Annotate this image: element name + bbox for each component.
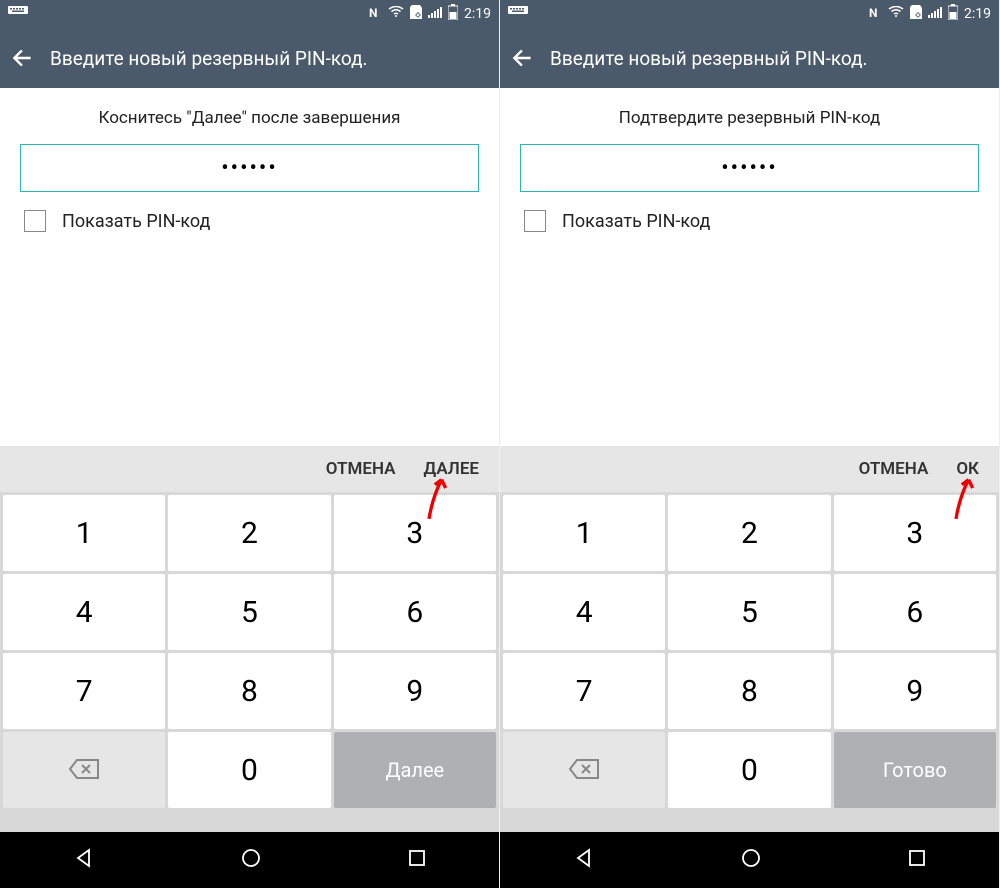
key-4[interactable]: 4 bbox=[503, 574, 665, 650]
keyboard-indicator-icon bbox=[8, 6, 28, 22]
key-7[interactable]: 7 bbox=[3, 653, 165, 729]
key-7[interactable]: 7 bbox=[503, 653, 665, 729]
nav-back-icon[interactable] bbox=[73, 847, 95, 873]
button-row: ОТМЕНА ОК bbox=[500, 446, 999, 492]
signal-icon bbox=[928, 6, 942, 22]
show-pin-checkbox[interactable] bbox=[24, 210, 46, 232]
back-button[interactable] bbox=[510, 45, 536, 71]
key-done[interactable]: Далее bbox=[334, 732, 496, 808]
wifi-icon bbox=[388, 6, 404, 22]
key-0[interactable]: 0 bbox=[668, 732, 830, 808]
numeric-keypad: 1 2 3 4 5 6 7 8 9 0 Далее bbox=[0, 492, 499, 832]
status-bar: N 2:19 bbox=[500, 0, 999, 28]
key-5[interactable]: 5 bbox=[168, 574, 330, 650]
confirm-button[interactable]: ДАЛЕЕ bbox=[423, 459, 479, 479]
key-5[interactable]: 5 bbox=[668, 574, 830, 650]
confirm-label: ДАЛЕЕ bbox=[423, 459, 479, 479]
status-time: 2:19 bbox=[964, 6, 991, 22]
phone-screen-left: N 2:19 Введите новый резервный PIN-код. … bbox=[0, 0, 500, 888]
pin-input[interactable]: •••••• bbox=[520, 144, 979, 192]
key-3[interactable]: 3 bbox=[834, 495, 996, 571]
show-pin-checkbox[interactable] bbox=[524, 210, 546, 232]
title-bar: Введите новый резервный PIN-код. bbox=[500, 28, 999, 88]
instruction-text: Подтвердите резервный PIN-код bbox=[520, 108, 979, 128]
keyboard-indicator-icon bbox=[508, 6, 528, 22]
nfc-icon: N bbox=[366, 4, 382, 24]
page-title: Введите новый резервный PIN-код. bbox=[50, 47, 368, 70]
nav-recent-icon[interactable] bbox=[407, 848, 427, 872]
key-8[interactable]: 8 bbox=[668, 653, 830, 729]
key-backspace[interactable] bbox=[503, 732, 665, 808]
show-pin-label: Показать PIN-код bbox=[562, 211, 710, 232]
wifi-icon bbox=[888, 6, 904, 22]
battery-icon bbox=[448, 4, 458, 24]
key-backspace[interactable] bbox=[3, 732, 165, 808]
button-row: ОТМЕНА ДАЛЕЕ bbox=[0, 446, 499, 492]
svg-text:N: N bbox=[869, 6, 877, 20]
key-4[interactable]: 4 bbox=[3, 574, 165, 650]
nav-recent-icon[interactable] bbox=[907, 848, 927, 872]
backspace-icon bbox=[568, 753, 600, 788]
key-9[interactable]: 9 bbox=[834, 653, 996, 729]
key-9[interactable]: 9 bbox=[334, 653, 496, 729]
nav-bar bbox=[0, 832, 499, 888]
key-1[interactable]: 1 bbox=[503, 495, 665, 571]
numeric-keypad: 1 2 3 4 5 6 7 8 9 0 Готово bbox=[500, 492, 999, 832]
show-pin-row[interactable]: Показать PIN-код bbox=[520, 210, 979, 232]
show-pin-label: Показать PIN-код bbox=[62, 211, 210, 232]
sim-icon bbox=[410, 5, 422, 23]
nav-home-icon[interactable] bbox=[240, 847, 262, 873]
status-bar: N 2:19 bbox=[0, 0, 499, 28]
status-time: 2:19 bbox=[464, 6, 491, 22]
svg-text:N: N bbox=[369, 6, 377, 20]
key-6[interactable]: 6 bbox=[834, 574, 996, 650]
backspace-icon bbox=[68, 753, 100, 788]
instruction-text: Коснитесь "Далее" после завершения bbox=[20, 108, 479, 128]
back-button[interactable] bbox=[10, 45, 36, 71]
content-area: Коснитесь "Далее" после завершения •••••… bbox=[0, 88, 499, 446]
key-0[interactable]: 0 bbox=[168, 732, 330, 808]
cancel-button[interactable]: ОТМЕНА bbox=[326, 459, 396, 479]
confirm-button[interactable]: ОК bbox=[956, 459, 979, 479]
key-done[interactable]: Готово bbox=[834, 732, 996, 808]
nav-back-icon[interactable] bbox=[573, 847, 595, 873]
phone-screen-right: N 2:19 Введите новый резервный PIN-код. … bbox=[500, 0, 1000, 888]
signal-icon bbox=[428, 6, 442, 22]
key-8[interactable]: 8 bbox=[168, 653, 330, 729]
key-2[interactable]: 2 bbox=[168, 495, 330, 571]
nav-home-icon[interactable] bbox=[740, 847, 762, 873]
nfc-icon: N bbox=[866, 4, 882, 24]
cancel-button[interactable]: ОТМЕНА bbox=[859, 459, 929, 479]
confirm-label: ОК bbox=[956, 459, 979, 479]
key-6[interactable]: 6 bbox=[334, 574, 496, 650]
content-area: Подтвердите резервный PIN-код •••••• Пок… bbox=[500, 88, 999, 446]
pin-input[interactable]: •••••• bbox=[20, 144, 479, 192]
key-3[interactable]: 3 bbox=[334, 495, 496, 571]
battery-icon bbox=[948, 4, 958, 24]
title-bar: Введите новый резервный PIN-код. bbox=[0, 28, 499, 88]
sim-icon bbox=[910, 5, 922, 23]
page-title: Введите новый резервный PIN-код. bbox=[550, 47, 868, 70]
key-2[interactable]: 2 bbox=[668, 495, 830, 571]
show-pin-row[interactable]: Показать PIN-код bbox=[20, 210, 479, 232]
key-1[interactable]: 1 bbox=[3, 495, 165, 571]
nav-bar bbox=[500, 832, 999, 888]
